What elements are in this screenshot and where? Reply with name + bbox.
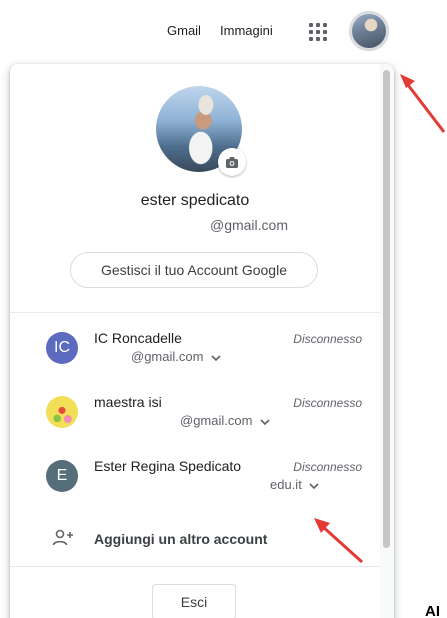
page: Gmail Immagini ester spedicato @gmail.co… — [0, 0, 447, 618]
account-name: Ester Regina Spedicato — [94, 458, 242, 474]
annotation-arrow-icon — [314, 518, 364, 564]
account-row-maestra-isi[interactable]: maestra isi @gmail.com Disconnesso — [10, 394, 380, 458]
signout-button[interactable]: Esci — [152, 584, 236, 618]
chevron-down-icon[interactable] — [211, 354, 221, 361]
corner-text: AI — [425, 603, 440, 618]
account-email: @gmail.com — [180, 413, 270, 428]
manage-account-button[interactable]: Gestisci il tuo Account Google — [70, 252, 318, 288]
account-avatar: E — [46, 460, 78, 492]
profile-name: ester spedicato — [140, 192, 250, 209]
account-email-text: @gmail.com — [180, 413, 253, 428]
divider — [10, 566, 380, 567]
account-email: edu.it — [270, 477, 320, 492]
account-avatar-button[interactable] — [349, 11, 389, 51]
apps-grid-icon[interactable] — [305, 20, 329, 44]
account-name: maestra isi — [94, 394, 162, 410]
account-row-ic-roncadelle[interactable]: IC IC Roncadelle @gmail.com Disconnesso — [10, 330, 380, 394]
account-email-text: @gmail.com — [131, 349, 204, 364]
divider — [10, 312, 380, 313]
annotation-arrow-icon — [400, 74, 446, 133]
chevron-down-icon[interactable] — [260, 418, 270, 425]
add-person-icon — [52, 529, 73, 546]
account-row-ester-regina[interactable]: E Ester Regina Spedicato edu.it Disconne… — [10, 458, 380, 522]
account-email: @gmail.com — [131, 349, 221, 364]
gmail-link[interactable]: Gmail — [167, 23, 201, 38]
top-bar: Gmail Immagini — [0, 0, 447, 62]
account-avatar-image — [46, 396, 78, 428]
profile-email: @gmail.com — [209, 217, 288, 233]
images-link[interactable]: Immagini — [220, 23, 273, 38]
account-email-text: edu.it — [270, 477, 302, 492]
chevron-down-icon[interactable] — [309, 482, 320, 489]
account-name: IC Roncadelle — [94, 330, 182, 346]
account-status: Disconnesso — [293, 396, 362, 410]
scrollbar-thumb[interactable] — [383, 70, 390, 548]
camera-icon[interactable] — [218, 148, 246, 176]
account-avatar: IC — [46, 332, 78, 364]
scrollbar-track[interactable] — [380, 64, 394, 618]
add-account-label: Aggiungi un altro account — [94, 531, 268, 547]
account-status: Disconnesso — [293, 332, 362, 346]
account-status: Disconnesso — [293, 460, 362, 474]
